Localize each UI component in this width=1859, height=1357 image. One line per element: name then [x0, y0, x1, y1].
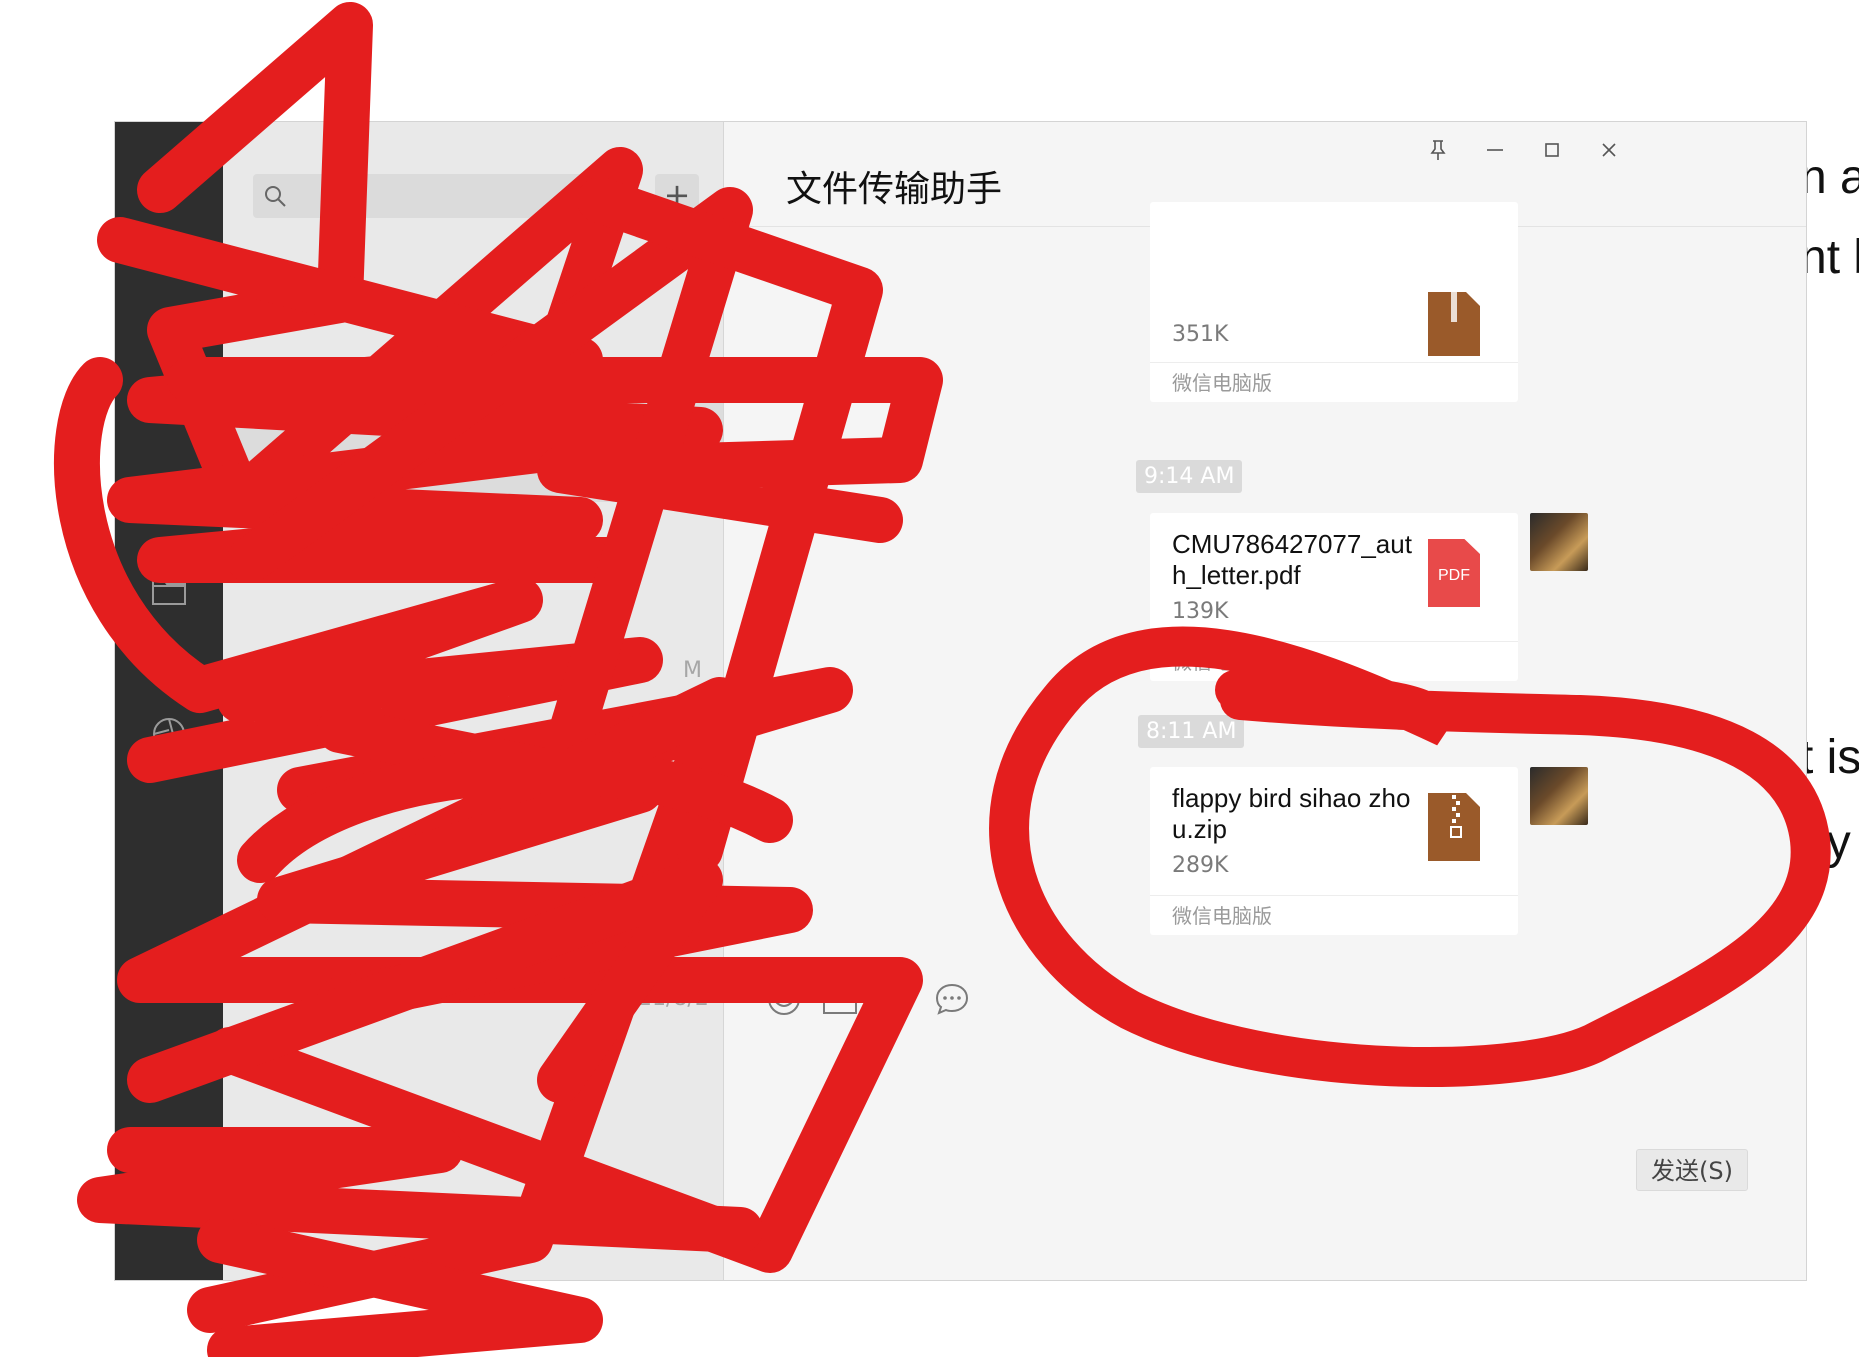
mini-program-icon[interactable] — [149, 642, 189, 682]
input-toolbar — [724, 957, 1806, 1037]
zip-file-icon — [1428, 292, 1480, 356]
emoji-icon[interactable] — [764, 979, 804, 1019]
minimize-icon[interactable] — [1481, 136, 1509, 164]
list-item[interactable]: 21/8/2 — [223, 982, 723, 1082]
pin-icon[interactable] — [1424, 136, 1452, 164]
mute-icon — [682, 700, 700, 718]
avatar[interactable] — [1530, 767, 1588, 825]
file-message[interactable]: CMU786427077_auth_letter.pdf 139K PDF 微信… — [1150, 513, 1518, 681]
folder-icon[interactable] — [820, 979, 860, 1019]
list-item-time: 7 — [625, 560, 639, 585]
file-message[interactable]: 351K 微信电脑版 — [1150, 202, 1518, 402]
list-item-preview: … — [619, 908, 641, 933]
pdf-icon-label: PDF — [1438, 567, 1470, 584]
search-icon — [265, 186, 286, 207]
list-item[interactable]: M — [223, 652, 723, 752]
search-input[interactable] — [253, 174, 638, 218]
background-doc-line: t is — [1800, 731, 1859, 784]
message-list: 351K 微信电脑版 9:14 AM CMU786427077_auth_let… — [724, 202, 1806, 957]
list-item[interactable]: … — [223, 882, 723, 982]
time-stamp: 8:11 AM — [1138, 715, 1245, 748]
left-nav-bar — [115, 122, 223, 1280]
file-message[interactable]: flappy bird sihao zhou.zip 289K 微信电脑版 — [1150, 767, 1518, 935]
close-icon[interactable] — [1595, 136, 1623, 164]
list-item-time: M — [683, 658, 702, 683]
background-doc-line: nt b — [1800, 231, 1859, 284]
file-source: 微信电脑版 — [1150, 362, 1518, 402]
file-name: CMU786427077_auth_letter.pdf — [1172, 529, 1412, 590]
file-name: flappy bird sihao zhou.zip — [1172, 783, 1411, 844]
send-button[interactable]: 发送(S) — [1636, 1149, 1748, 1191]
zip-file-icon — [1428, 793, 1480, 861]
folder-icon[interactable] — [149, 570, 189, 610]
chat-title: 文件传输助手 — [786, 169, 1003, 210]
file-source: 微信电脑版 — [1150, 641, 1518, 681]
avatar[interactable] — [1530, 513, 1588, 571]
file-size: 289K — [1172, 853, 1229, 878]
chat-pane: 文件传输助手 351K 微信电脑版 9:14 AM CMU786427077_a… — [724, 122, 1806, 1280]
pdf-file-icon: PDF — [1428, 539, 1480, 607]
background-doc-line: ny — [1800, 816, 1851, 869]
list-item[interactable] — [223, 402, 723, 502]
scissors-icon[interactable] — [876, 979, 916, 1019]
file-size: 351K — [1172, 322, 1229, 347]
chat-list: + 7 M … 21/8/2 — [223, 122, 724, 1280]
maximize-icon[interactable] — [1538, 136, 1566, 164]
list-item[interactable]: 7 — [223, 552, 723, 652]
add-chat-button[interactable]: + — [655, 174, 699, 218]
file-source: 微信电脑版 — [1150, 895, 1518, 935]
time-stamp: 9:14 AM — [1136, 460, 1243, 493]
moments-icon[interactable] — [149, 714, 189, 754]
list-item-time: 21/8/2 — [638, 986, 709, 1011]
wechat-window: + 7 M … 21/8/2 文件传输助手 351K 微信电脑版 9:14 AM… — [114, 121, 1807, 1281]
file-size: 139K — [1172, 599, 1229, 624]
chat-history-icon[interactable] — [932, 979, 972, 1019]
background-doc-line: n a — [1800, 151, 1859, 204]
